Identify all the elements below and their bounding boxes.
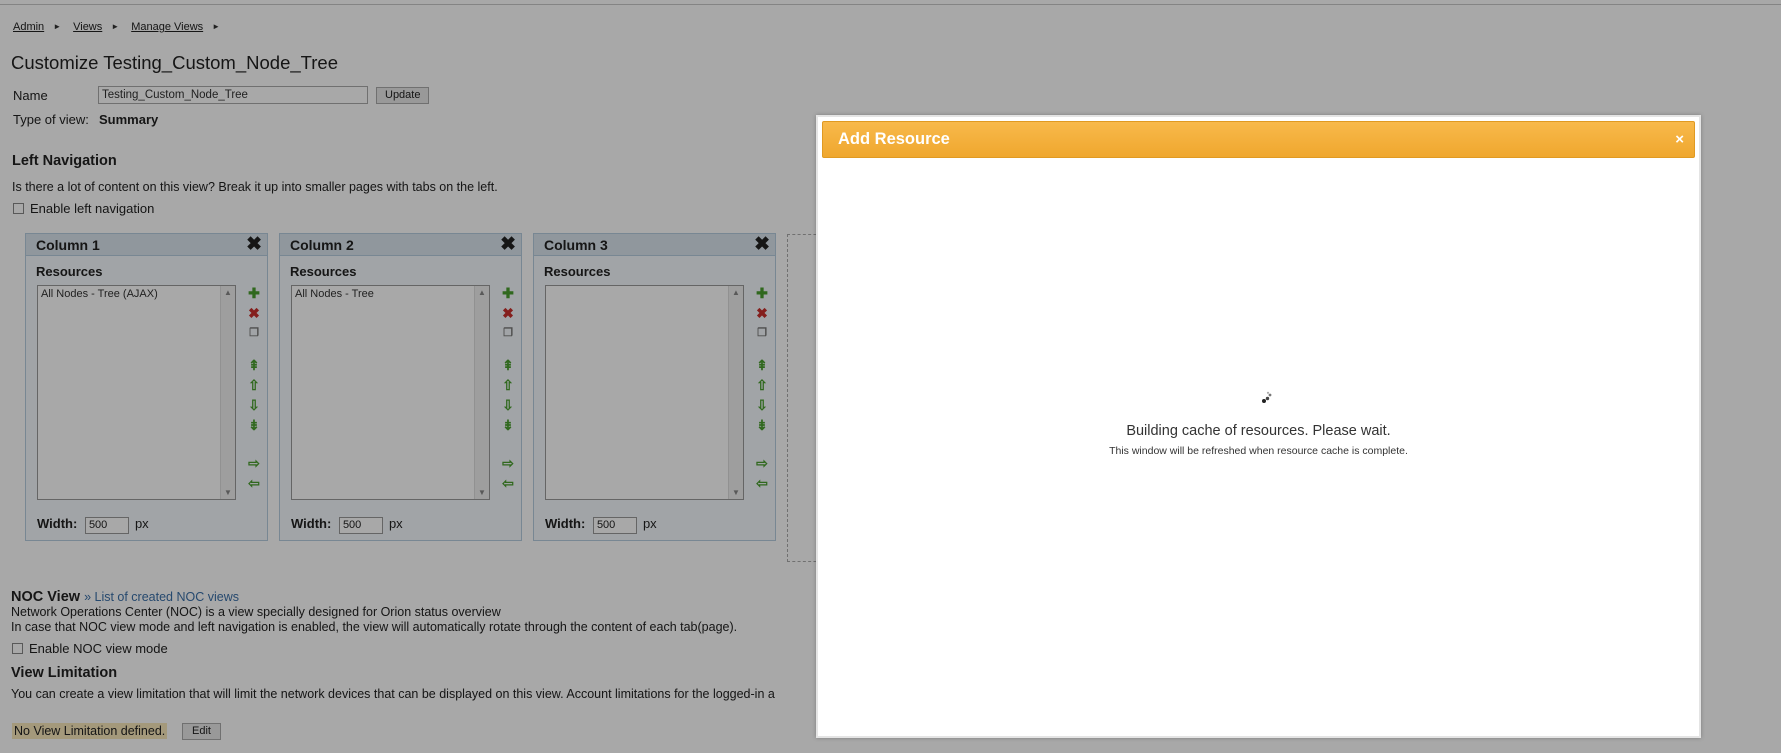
add-resource-dialog: Add Resource × Building cache of resourc… xyxy=(816,115,1701,738)
loading-submessage: This window will be refreshed when resou… xyxy=(1109,445,1408,457)
loading-message: Building cache of resources. Please wait… xyxy=(1126,423,1391,439)
loading-spinner-icon xyxy=(1262,391,1272,403)
close-icon[interactable]: × xyxy=(1675,131,1684,148)
dialog-header: Add Resource × xyxy=(822,121,1695,158)
dialog-title: Add Resource xyxy=(838,130,950,148)
